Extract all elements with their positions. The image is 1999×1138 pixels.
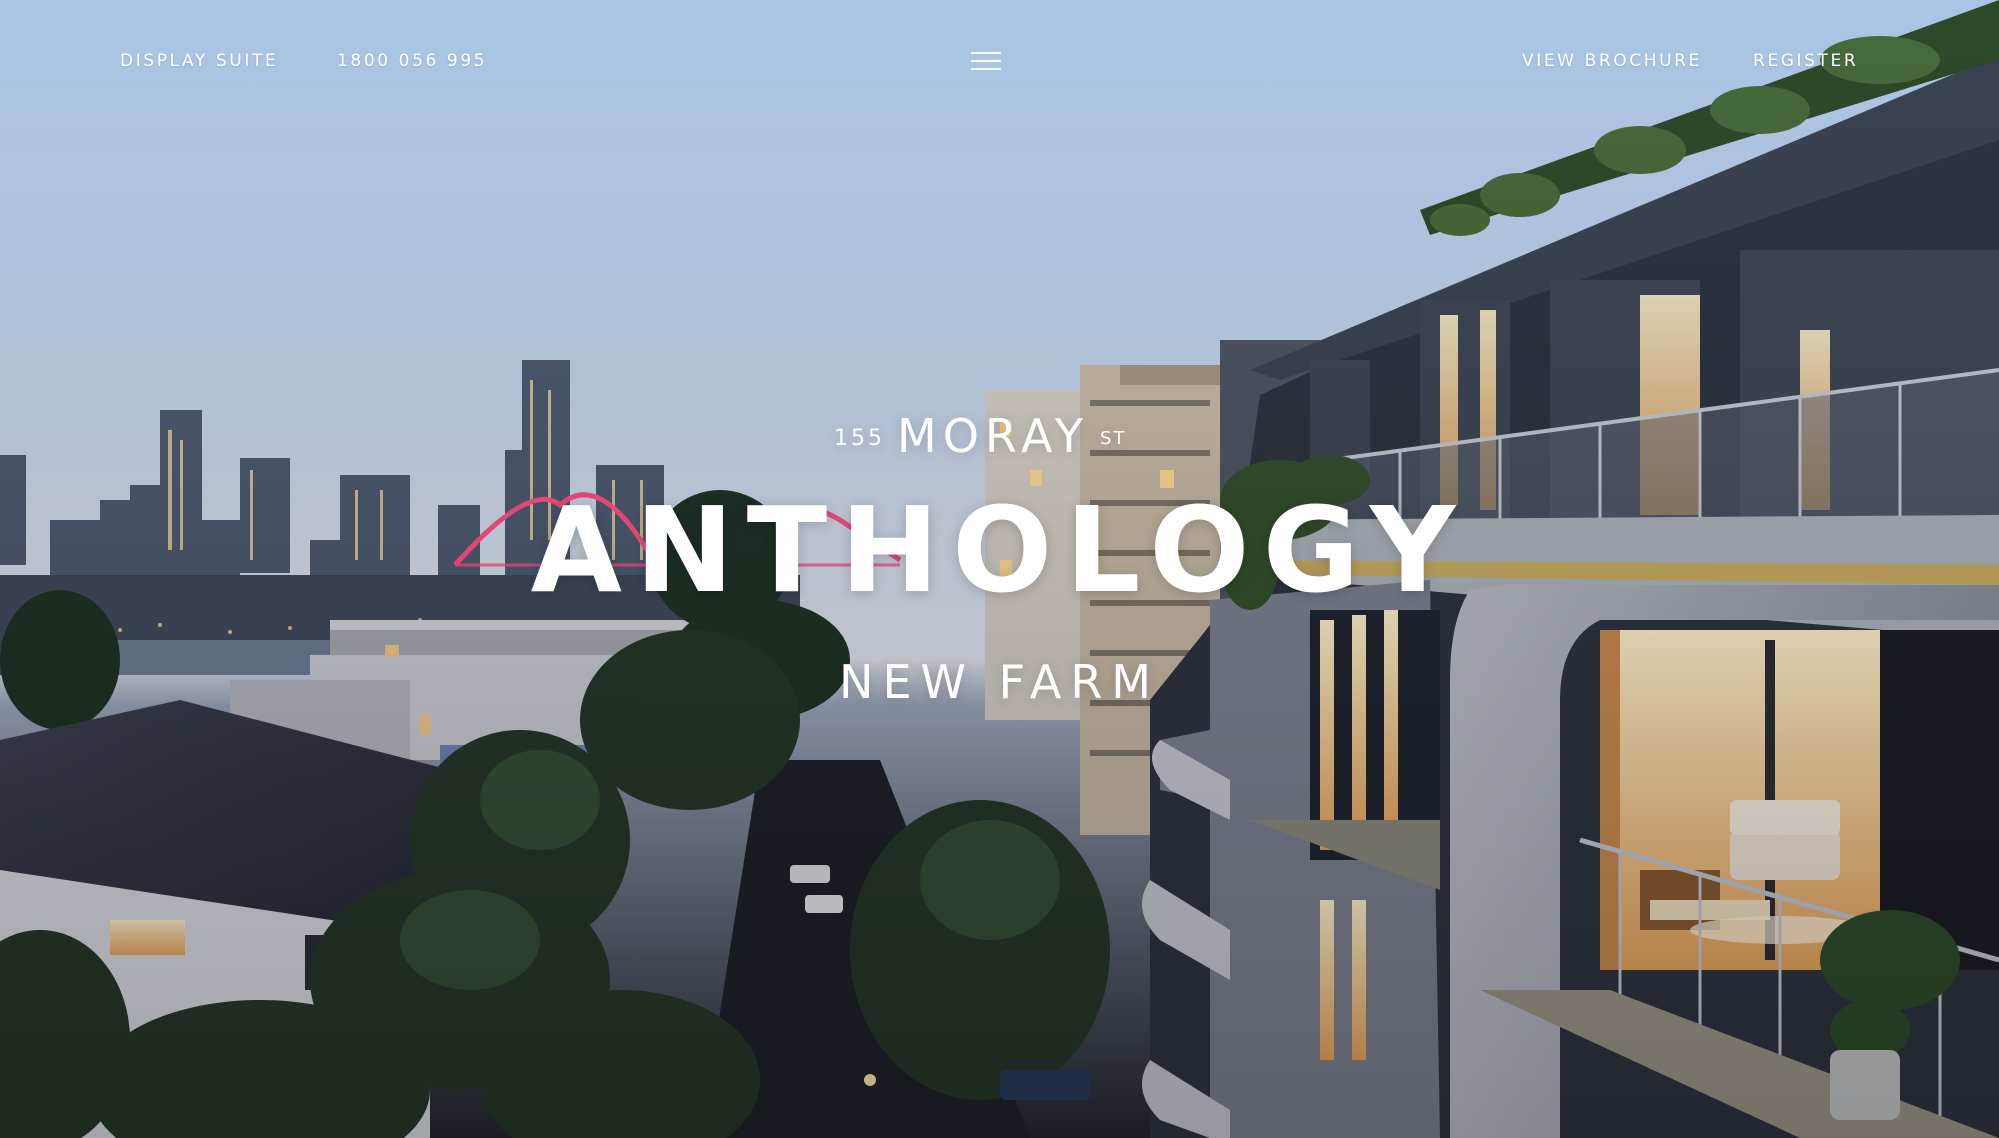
menu-line-icon: [971, 52, 1001, 54]
top-navigation: DISPLAY SUITE 1800 056 995 VIEW BROCHURE…: [0, 0, 1999, 124]
menu-line-icon: [971, 60, 1001, 62]
hero-section: DISPLAY SUITE 1800 056 995 VIEW BROCHURE…: [0, 0, 1999, 1138]
address-line: 155 MORAY ST: [0, 400, 1999, 470]
suburb-name: NEW FARM: [839, 655, 1160, 709]
development-name: ANTHOLOGY: [530, 481, 1469, 619]
register-link[interactable]: REGISTER: [1753, 50, 1858, 72]
street-number: 155: [834, 426, 885, 451]
phone-link[interactable]: 1800 056 995: [337, 50, 487, 72]
street-suffix: ST: [1100, 428, 1127, 449]
hamburger-menu-icon[interactable]: [970, 47, 1002, 73]
hero-title-block: 155 MORAY ST ANTHOLOGY NEW FARM: [0, 400, 1999, 709]
menu-line-icon: [971, 68, 1001, 70]
street-name: MORAY: [897, 409, 1089, 463]
display-suite-link[interactable]: DISPLAY SUITE: [120, 50, 278, 72]
view-brochure-link[interactable]: VIEW BROCHURE: [1522, 50, 1702, 72]
